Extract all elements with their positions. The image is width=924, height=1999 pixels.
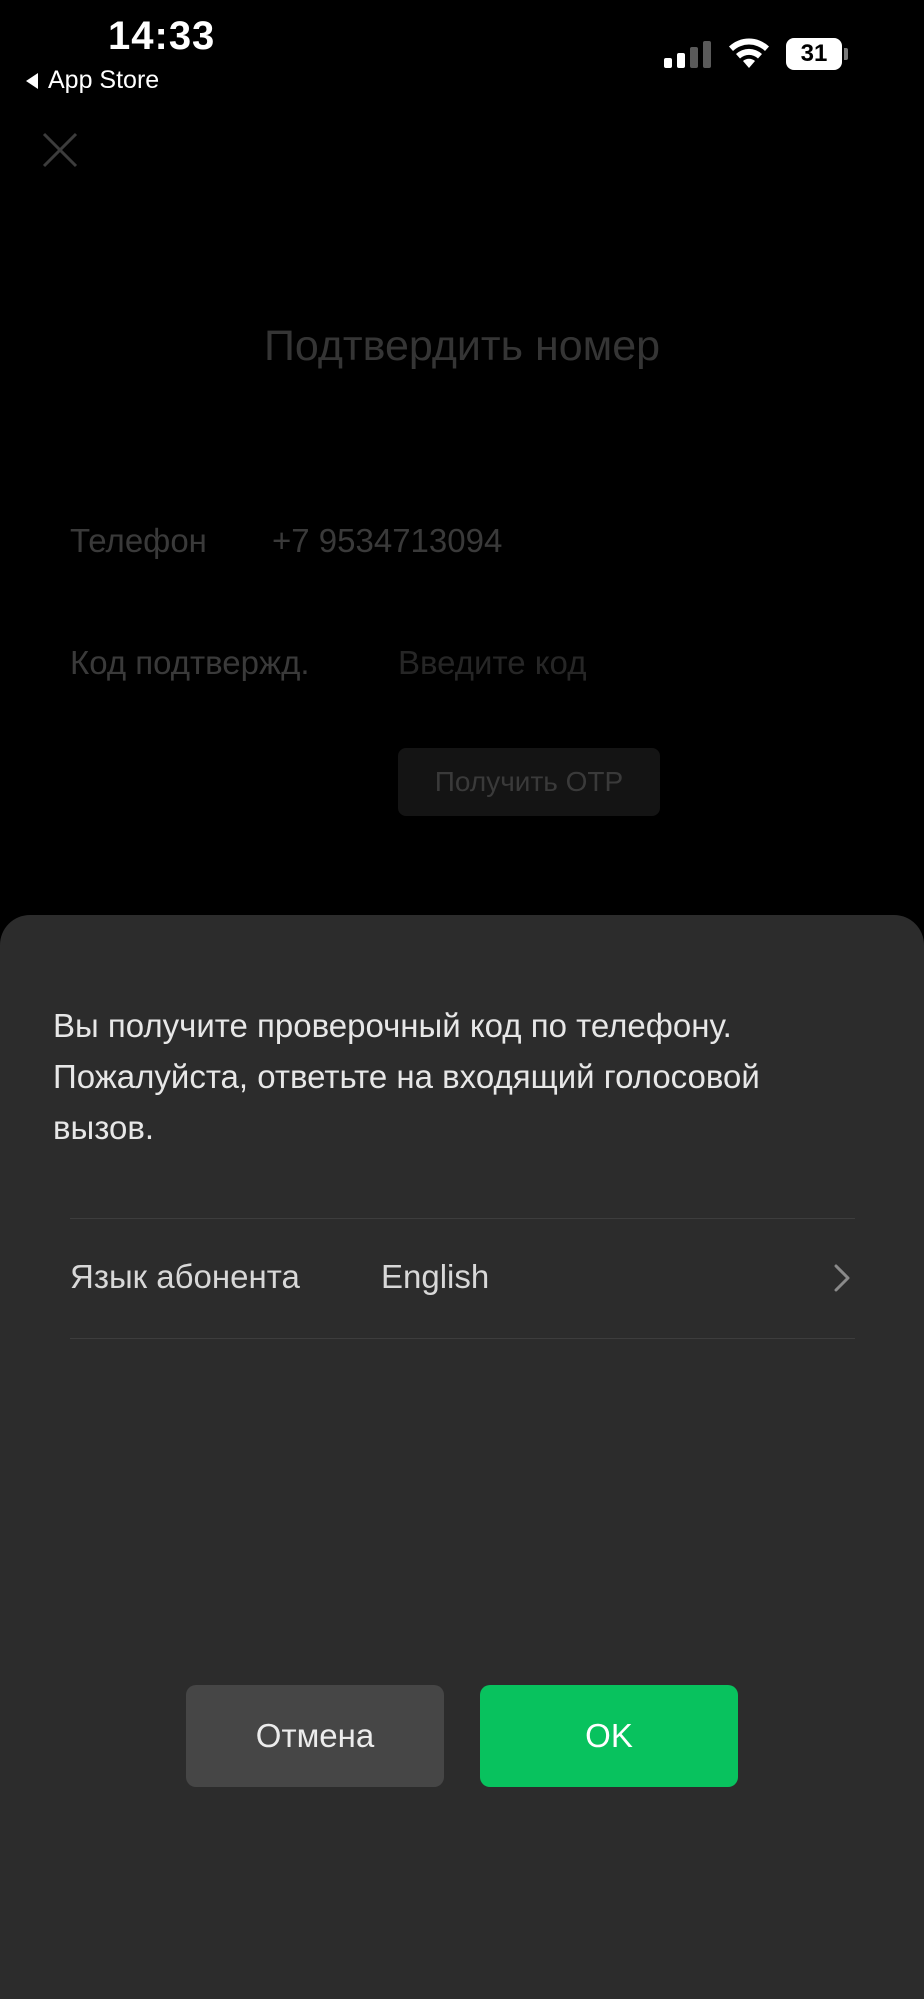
divider — [70, 1338, 855, 1339]
page-title: Подтвердить номер — [263, 322, 661, 370]
sheet-message: Вы получите проверочный код по телефону.… — [53, 1000, 883, 1153]
get-otp-button[interactable]: Получить OTP — [398, 748, 660, 816]
phone-label: Телефон — [70, 522, 207, 559]
language-label: Язык абонента — [70, 1258, 300, 1295]
code-label: Код подтвержд. — [70, 644, 310, 681]
language-value: English — [381, 1258, 490, 1295]
wifi-icon — [729, 38, 769, 68]
cancel-button[interactable]: Отмена — [186, 1685, 444, 1787]
sheet-message-line: Пожалуйста, ответьте на входящий голосов… — [53, 1058, 760, 1095]
sheet-message-line: Вы получите проверочный код по телефону. — [53, 1007, 732, 1044]
code-input[interactable]: Введите код — [398, 644, 586, 682]
ok-button[interactable]: OK — [480, 1685, 738, 1787]
close-icon[interactable] — [40, 130, 80, 170]
cellular-signal-icon — [664, 40, 714, 68]
chevron-right-icon — [834, 1264, 850, 1292]
sheet-message-line: вызов. — [53, 1109, 155, 1146]
subscriber-language-row[interactable]: Язык абонента English — [70, 1218, 855, 1338]
back-app-label: App Store — [48, 66, 160, 94]
status-time: 14:33 — [108, 14, 216, 58]
back-to-app-store-link[interactable]: App Store — [26, 66, 159, 95]
phone-value[interactable]: +7 9534713094 — [272, 522, 502, 560]
back-arrow-icon — [26, 72, 38, 89]
battery-level: 31 — [800, 40, 828, 67]
battery-indicator: 31 — [786, 38, 848, 70]
